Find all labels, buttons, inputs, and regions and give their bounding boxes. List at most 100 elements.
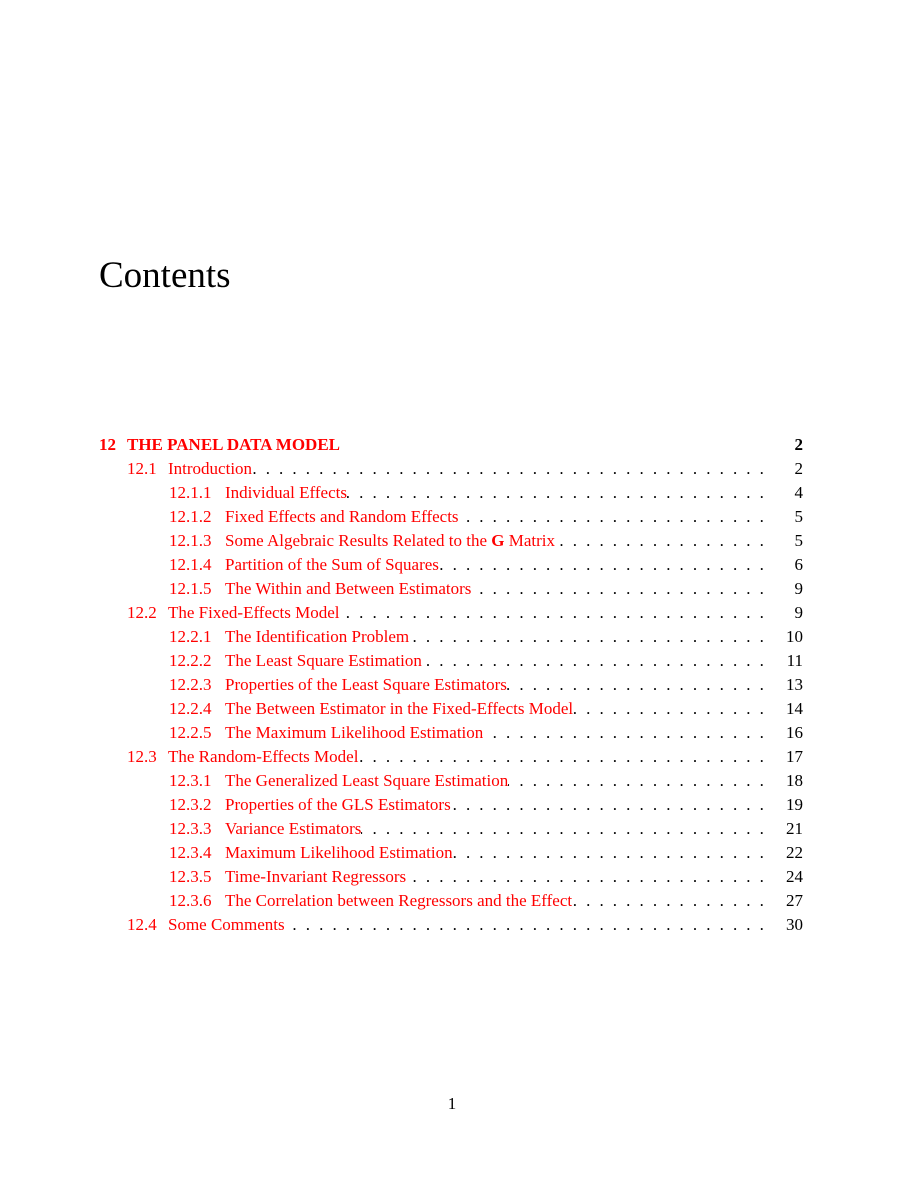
- table-of-contents: 12 THE PANEL DATA MODEL 2 12.1 Introducti…: [99, 433, 803, 937]
- toc-subsection-entry[interactable]: 12.1.5 The Within and Between Estimators.…: [99, 577, 803, 601]
- subsection-title-link[interactable]: The Within and Between Estimators: [225, 577, 471, 601]
- dot-leader: ........................................…: [358, 747, 773, 766]
- section-page-number: 2: [794, 459, 804, 478]
- section-number[interactable]: 12.3: [127, 745, 168, 769]
- subsection-title-link[interactable]: The Maximum Likelihood Estimation: [225, 721, 483, 745]
- toc-subsection-entry[interactable]: 12.2.4 The Between Estimator in the Fixed…: [99, 697, 803, 721]
- title-text: Matrix: [504, 531, 556, 550]
- dot-leader: ........................................…: [252, 459, 773, 478]
- dot-leader: ........................................…: [409, 627, 773, 646]
- subsection-number[interactable]: 12.3.1: [169, 769, 225, 793]
- toc-subsection-entry[interactable]: 12.3.2 Properties of the GLS Estimators..…: [99, 793, 803, 817]
- subsection-number[interactable]: 12.2.2: [169, 649, 225, 673]
- chapter-page-number: 2: [794, 435, 804, 454]
- subsection-title-link[interactable]: Properties of the Least Square Estimator…: [225, 673, 507, 697]
- subsection-page-number: 5: [794, 507, 804, 526]
- section-number[interactable]: 12.4: [127, 913, 168, 937]
- subsection-title-link[interactable]: Some Algebraic Results Related to the G …: [225, 529, 555, 553]
- subsection-title-link[interactable]: Partition of the Sum of Squares: [225, 553, 439, 577]
- section-title-link[interactable]: The Fixed-Effects Model: [168, 601, 340, 625]
- subsection-page-number: 11: [786, 651, 803, 670]
- toc-subsection-entry[interactable]: 12.3.6 The Correlation between Regressors…: [99, 889, 803, 913]
- subsection-page-number: 4: [794, 483, 804, 502]
- dot-leader: ........................................…: [439, 555, 773, 574]
- section-number[interactable]: 12.1: [127, 457, 168, 481]
- subsection-page-number: 9: [794, 579, 804, 598]
- subsection-number[interactable]: 12.2.4: [169, 697, 225, 721]
- toc-subsection-entry[interactable]: 12.1.2 Fixed Effects and Random Effects..…: [99, 505, 803, 529]
- subsection-title-link[interactable]: Time-Invariant Regressors: [225, 865, 406, 889]
- subsection-number[interactable]: 12.1.3: [169, 529, 225, 553]
- subsection-page-number: 16: [786, 723, 803, 742]
- subsection-page-number: 18: [786, 771, 803, 790]
- toc-subsection-entry[interactable]: 12.1.4 Partition of the Sum of Squares...…: [99, 553, 803, 577]
- dot-leader: ........................................…: [459, 507, 773, 526]
- dot-leader: ........................................…: [506, 675, 773, 694]
- subsection-number[interactable]: 12.1.2: [169, 505, 225, 529]
- toc-subsection-entry[interactable]: 12.3.1 The Generalized Least Square Estim…: [99, 769, 803, 793]
- toc-subsection-entry[interactable]: 12.2.3 Properties of the Least Square Est…: [99, 673, 803, 697]
- section-title-link[interactable]: Some Comments: [168, 913, 285, 937]
- toc-subsection-entry[interactable]: 12.1.3 Some Algebraic Results Related to …: [99, 529, 803, 553]
- subsection-title-link[interactable]: The Correlation between Regressors and t…: [225, 889, 572, 913]
- section-title-link[interactable]: Introduction: [168, 457, 252, 481]
- dot-leader: ........................................…: [483, 723, 773, 742]
- matrix-symbol: G: [491, 531, 505, 550]
- toc-section-entry[interactable]: 12.3 The Random-Effects Model............…: [99, 745, 803, 769]
- subsection-title-link[interactable]: Individual Effects: [225, 481, 347, 505]
- subsection-title-link[interactable]: The Between Estimator in the Fixed-Effec…: [225, 697, 573, 721]
- toc-subsection-entry[interactable]: 12.3.5 Time-Invariant Regressors.........…: [99, 865, 803, 889]
- dot-leader: ........................................…: [452, 843, 773, 862]
- subsection-title-link[interactable]: Fixed Effects and Random Effects: [225, 505, 459, 529]
- toc-subsection-entry[interactable]: 12.1.1 Individual Effects................…: [99, 481, 803, 505]
- subsection-title-link[interactable]: Variance Estimators: [225, 817, 361, 841]
- subsection-page-number: 14: [786, 699, 803, 718]
- contents-title: Contents: [99, 255, 231, 296]
- chapter-title-link[interactable]: THE PANEL DATA MODEL: [127, 433, 340, 457]
- toc-subsection-entry[interactable]: 12.3.4 Maximum Likelihood Estimation.....…: [99, 841, 803, 865]
- toc-subsection-entry[interactable]: 12.2.2 The Least Square Estimation.......…: [99, 649, 803, 673]
- section-number[interactable]: 12.2: [127, 601, 168, 625]
- toc-subsection-entry[interactable]: 12.2.1 The Identification Problem........…: [99, 625, 803, 649]
- toc-subsection-entry[interactable]: 12.3.3 Variance Estimators...............…: [99, 817, 803, 841]
- toc-section-entry[interactable]: 12.2 The Fixed-Effects Model.............…: [99, 601, 803, 625]
- toc-section-entry[interactable]: 12.1 Introduction........................…: [99, 457, 803, 481]
- subsection-title-link[interactable]: Properties of the GLS Estimators: [225, 793, 451, 817]
- subsection-page-number: 22: [786, 843, 803, 862]
- subsection-title-link[interactable]: Maximum Likelihood Estimation: [225, 841, 453, 865]
- page-number: 1: [447, 1094, 457, 1113]
- subsection-number[interactable]: 12.1.1: [169, 481, 225, 505]
- subsection-number[interactable]: 12.3.4: [169, 841, 225, 865]
- subsection-page-number: 10: [786, 627, 803, 646]
- dot-leader: ........................................…: [451, 795, 773, 814]
- subsection-number[interactable]: 12.2.1: [169, 625, 225, 649]
- dot-leader: ........................................…: [422, 651, 773, 670]
- dot-leader: ........................................…: [471, 579, 773, 598]
- subsection-number[interactable]: 12.3.3: [169, 817, 225, 841]
- toc-subsection-entry[interactable]: 12.2.5 The Maximum Likelihood Estimation.…: [99, 721, 803, 745]
- subsection-page-number: 21: [786, 819, 803, 838]
- toc-chapter-entry[interactable]: 12 THE PANEL DATA MODEL 2: [99, 433, 803, 457]
- subsection-title-link[interactable]: The Least Square Estimation: [225, 649, 422, 673]
- subsection-number[interactable]: 12.2.5: [169, 721, 225, 745]
- dot-leader: ........................................…: [340, 603, 773, 622]
- subsection-page-number: 5: [794, 531, 804, 550]
- dot-leader: ........................................…: [573, 699, 773, 718]
- subsection-number[interactable]: 12.1.5: [169, 577, 225, 601]
- section-page-number: 9: [794, 603, 804, 622]
- subsection-number[interactable]: 12.3.6: [169, 889, 225, 913]
- dot-leader: ........................................…: [361, 819, 773, 838]
- dot-leader: ........................................…: [406, 867, 773, 886]
- section-title-link[interactable]: The Random-Effects Model: [168, 745, 358, 769]
- subsection-number[interactable]: 12.1.4: [169, 553, 225, 577]
- subsection-title-link[interactable]: The Generalized Least Square Estimation: [225, 769, 508, 793]
- subsection-title-link[interactable]: The Identification Problem: [225, 625, 409, 649]
- chapter-number[interactable]: 12: [99, 433, 127, 457]
- dot-leader: ........................................…: [555, 531, 773, 550]
- toc-section-entry[interactable]: 12.4 Some Comments.......................…: [99, 913, 803, 937]
- subsection-number[interactable]: 12.2.3: [169, 673, 225, 697]
- subsection-number[interactable]: 12.3.2: [169, 793, 225, 817]
- subsection-page-number: 19: [786, 795, 803, 814]
- title-text: Some Algebraic Results Related to the: [225, 531, 492, 550]
- subsection-number[interactable]: 12.3.5: [169, 865, 225, 889]
